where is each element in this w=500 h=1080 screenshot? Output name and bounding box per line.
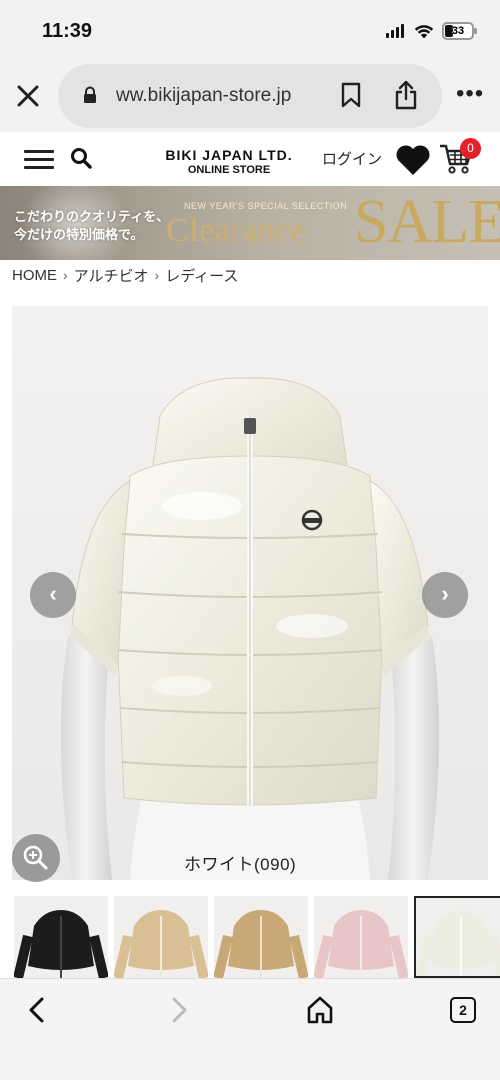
logo-line2: ONLINE STORE: [187, 164, 271, 176]
thumbnail-white[interactable]: [414, 896, 500, 978]
breadcrumb: HOME › アルチビオ › レディース: [12, 264, 238, 286]
product-image[interactable]: [12, 306, 488, 880]
breadcrumb-home[interactable]: HOME: [12, 267, 57, 284]
color-caption: ホワイト(090): [184, 855, 297, 874]
chevron-right-icon: ›: [441, 581, 449, 606]
cellular-signal-icon: [386, 24, 404, 38]
login-link[interactable]: ログイン: [322, 148, 382, 169]
more-icon[interactable]: •••: [456, 82, 486, 106]
back-icon[interactable]: [24, 995, 50, 1025]
site-header: BIKI JAPAN LTD. ONLINE STORE ログイン: [0, 132, 500, 186]
battery-percent: 33: [451, 25, 465, 37]
thumbnail-strip: [14, 896, 500, 978]
prev-image-button[interactable]: ‹: [30, 572, 76, 618]
menu-icon[interactable]: [24, 150, 54, 170]
chevron-right-icon: ›: [154, 267, 160, 283]
forward-icon[interactable]: [166, 995, 192, 1025]
sale-banner[interactable]: こだわりのクオリティを、 今だけの特別価格で。 NEW YEAR'S SPECI…: [0, 186, 500, 260]
breadcrumb-brand[interactable]: アルチビオ: [74, 265, 149, 286]
browser-toolbar: ww.bikijapan-store.jp •••: [0, 62, 500, 132]
address-bar[interactable]: ww.bikijapan-store.jp: [58, 64, 442, 128]
lock-icon: [84, 86, 96, 103]
thumbnail-black[interactable]: [14, 896, 108, 978]
zoom-in-icon: [23, 845, 48, 870]
bookmark-icon[interactable]: [340, 82, 362, 108]
thumbnail-gold[interactable]: [214, 896, 308, 978]
chevron-left-icon: ‹: [49, 581, 57, 606]
banner-sale: SALE: [354, 188, 500, 256]
thumbnail-champagne[interactable]: [114, 896, 208, 978]
url-text: ww.bikijapan-store.jp: [116, 85, 292, 106]
banner-text-line2: 今だけの特別価格で。: [14, 227, 144, 242]
thumbnail-pink[interactable]: [314, 896, 408, 978]
zoom-button[interactable]: [12, 834, 60, 882]
chevron-right-icon: ›: [63, 267, 68, 283]
home-icon[interactable]: [306, 995, 334, 1025]
banner-clearance: Clearance: [166, 212, 307, 249]
heart-icon[interactable]: [395, 144, 431, 176]
status-time: 11:39: [42, 20, 93, 42]
logo-line1: BIKI JAPAN LTD.: [165, 147, 293, 163]
cart-count-badge: 0: [460, 138, 481, 159]
jacket-illustration: [60, 377, 440, 880]
next-image-button[interactable]: ›: [422, 572, 468, 618]
search-icon[interactable]: [70, 147, 92, 169]
wifi-icon: [414, 25, 434, 39]
tabs-icon[interactable]: 2: [450, 997, 476, 1023]
status-bar: 11:39 33: [0, 0, 500, 62]
share-icon[interactable]: [394, 80, 418, 110]
browser-bottom-nav: 2: [0, 978, 500, 1080]
breadcrumb-category[interactable]: レディース: [165, 265, 238, 286]
close-icon[interactable]: [14, 82, 42, 110]
banner-kicker: NEW YEAR'S SPECIAL SELECTION: [184, 201, 348, 211]
battery-icon: 33: [442, 22, 477, 40]
banner-text-line1: こだわりのクオリティを、: [14, 209, 170, 224]
site-logo[interactable]: BIKI JAPAN LTD. ONLINE STORE: [148, 147, 310, 176]
